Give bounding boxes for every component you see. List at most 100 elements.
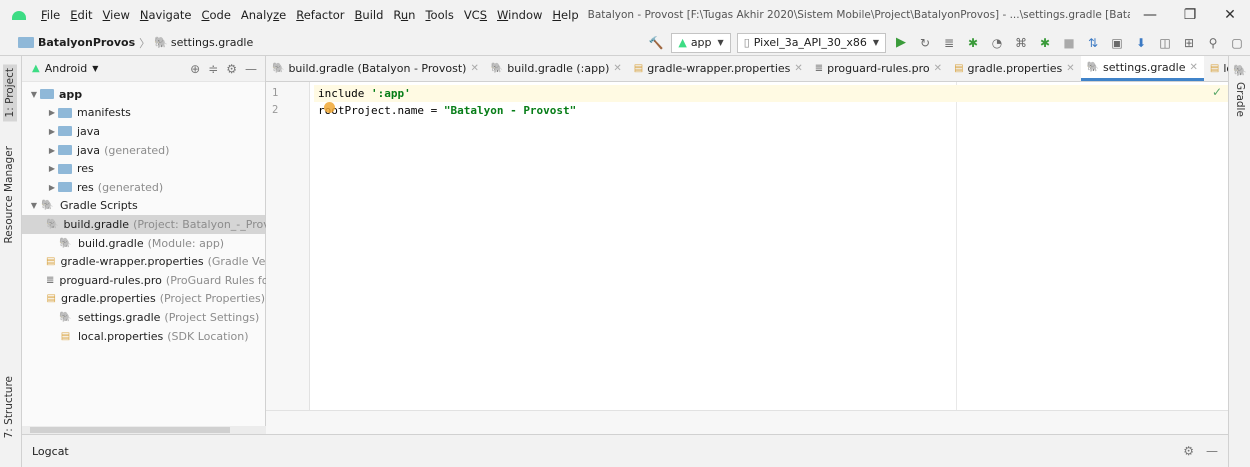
tree-item[interactable]: ▶ res [22, 159, 265, 178]
collapse-all-icon[interactable]: ≑ [208, 62, 218, 76]
close-tab-icon[interactable]: ✕ [934, 63, 942, 74]
chevron-down-icon[interactable]: ▼ [28, 90, 40, 99]
breadcrumb-project[interactable]: BatalyonProvos [38, 36, 135, 49]
menu-item-window[interactable]: Window [492, 8, 547, 22]
breadcrumb-file[interactable]: settings.gradle [171, 36, 253, 49]
tree-item[interactable]: 🐘 build.gradle (Project: Batalyon_-_Provo [22, 215, 276, 234]
tree-item[interactable]: ▶ res (generated) [22, 178, 265, 197]
menu-item-vcs[interactable]: VCS [459, 8, 492, 22]
apply-changes-icon[interactable]: ↻ [916, 34, 934, 52]
menu-item-edit[interactable]: Edit [65, 8, 97, 22]
run-config-select[interactable]: ▲ app ▼ [671, 32, 731, 53]
intention-bulb-icon[interactable] [324, 102, 335, 113]
tree-item[interactable]: 🐘 settings.gradle (Project Settings) [22, 308, 265, 327]
tab-gradle-properties[interactable]: ▤ gradle.properties ✕ [948, 56, 1081, 81]
tab-structure[interactable]: 7: Structure [3, 376, 15, 438]
project-view-select[interactable]: ▲ Android ▼ [32, 62, 98, 75]
tree-item-label: build.gradle [78, 236, 144, 250]
project-horizontal-scrollbar[interactable] [22, 426, 266, 434]
hide-icon[interactable]: — [1206, 444, 1218, 458]
logcat-title[interactable]: Logcat [32, 445, 69, 458]
tab-gradle[interactable]: Gradle [1234, 82, 1246, 117]
properties-icon: ▤ [954, 63, 964, 74]
line-number: 1 [272, 87, 279, 99]
profile-icon[interactable]: ◔ [988, 34, 1006, 52]
tree-item[interactable]: ▶ java [22, 122, 265, 141]
stop-icon[interactable]: ■ [1060, 34, 1078, 52]
menu-item-view[interactable]: View [98, 8, 135, 22]
search-icon[interactable]: ⚲ [1204, 34, 1222, 52]
tab-lo[interactable]: ▤lo✕ [1204, 56, 1228, 81]
minimize-icon[interactable]: — [1130, 0, 1170, 30]
sync-project-icon[interactable]: ⇅ [1084, 34, 1102, 52]
chevron-right-icon[interactable]: ▶ [46, 183, 58, 192]
right-tool-strip: 🐘 Gradle [1228, 56, 1250, 467]
chevron-right-icon[interactable]: ▶ [46, 146, 58, 155]
menu-item-code[interactable]: Code [196, 8, 235, 22]
layout-inspector-icon[interactable]: ◫ [1156, 34, 1174, 52]
tree-item[interactable]: ▤ local.properties (SDK Location) [22, 327, 265, 346]
scrollbar-thumb[interactable] [30, 427, 230, 433]
properties-icon: ▤ [60, 330, 71, 342]
tree-item[interactable]: ▼ app [22, 85, 265, 104]
tree-item-label: res [77, 180, 94, 194]
apply-code-changes-icon[interactable]: ≣ [940, 34, 958, 52]
tab-build-gradle[interactable]: 🐘 build.gradle (:app) ✕ [485, 56, 628, 81]
code-line[interactable]: include ':app' [314, 85, 1228, 102]
close-tab-icon[interactable]: ✕ [794, 63, 802, 74]
run-config-value: app [690, 36, 712, 49]
run-icon[interactable]: ▶ [892, 34, 910, 52]
chevron-right-icon[interactable]: ▶ [46, 164, 58, 173]
code-editor[interactable]: 12 include ':app' rootProject.name = "Bat… [266, 82, 1228, 410]
gear-icon[interactable]: ⚙ [226, 62, 237, 76]
close-tab-icon[interactable]: ✕ [1066, 63, 1074, 74]
tab-proguard-rules-pro[interactable]: ≣ proguard-rules.pro ✕ [809, 56, 948, 81]
tab-settings-gradle[interactable]: 🐘 settings.gradle ✕ [1080, 56, 1204, 81]
menu-item-build[interactable]: Build [350, 8, 389, 22]
sidebar-toggle-icon[interactable]: ▢ [1228, 34, 1246, 52]
tree-item[interactable]: ▤ gradle.properties (Project Properties) [22, 290, 265, 309]
gradle-elephant-icon: 🐘 [1233, 64, 1247, 77]
properties-icon: ▤ [46, 256, 56, 268]
close-tab-icon[interactable]: ✕ [470, 63, 478, 74]
close-icon[interactable]: ✕ [1210, 0, 1250, 30]
menu-item-tools[interactable]: Tools [420, 8, 458, 22]
menu-item-refactor[interactable]: Refactor [291, 8, 349, 22]
attach-debugger-bug-icon[interactable]: ✱ [1036, 34, 1054, 52]
tree-item[interactable]: ▶ manifests [22, 104, 265, 123]
debug-icon[interactable]: ✱ [964, 34, 982, 52]
tab-project[interactable]: 1: Project [3, 64, 17, 122]
tree-item[interactable]: ▼ 🐘 Gradle Scripts [22, 197, 265, 216]
editor-horizontal-scrollbar[interactable] [266, 410, 1228, 434]
restore-icon[interactable]: ❐ [1170, 0, 1210, 30]
tree-item[interactable]: ≣ proguard-rules.pro (ProGuard Rules fo [22, 271, 268, 290]
gradle-icon: 🐘 [490, 63, 504, 74]
menu-item-run[interactable]: Run [388, 8, 420, 22]
device-select[interactable]: ▯ Pixel_3a_API_30_x86 ▼ [736, 32, 886, 53]
chevron-right-icon[interactable]: ▶ [46, 127, 58, 136]
locate-icon[interactable]: ⊕ [190, 62, 200, 76]
close-tab-icon[interactable]: ✕ [613, 63, 621, 74]
chevron-right-icon[interactable]: ▶ [46, 108, 58, 117]
tree-item-hint: (Project Properties) [159, 292, 265, 306]
menu-item-analyze[interactable]: Analyze [236, 8, 291, 22]
tree-item[interactable]: ▤ gradle-wrapper.properties (Gradle Vers [22, 252, 276, 271]
tab-gradle-wrapper-properties[interactable]: ▤ gradle-wrapper.properties ✕ [628, 56, 809, 81]
code-line[interactable]: rootProject.name = "Batalyon - Provost" [314, 102, 1228, 119]
avd-manager-icon[interactable]: ▣ [1108, 34, 1126, 52]
menu-item-file[interactable]: File [36, 8, 65, 22]
hammer-icon[interactable]: 🔨 [647, 34, 665, 52]
tab-resource-manager[interactable]: Resource Manager [3, 146, 15, 244]
device-manager-icon[interactable]: ⊞ [1180, 34, 1198, 52]
close-tab-icon[interactable]: ✕ [1189, 62, 1197, 73]
tab-build-gradle[interactable]: 🐘 build.gradle (Batalyon - Provost) ✕ [266, 56, 485, 81]
tree-item[interactable]: ▶ java (generated) [22, 141, 265, 160]
attach-debugger-icon[interactable]: ⌘ [1012, 34, 1030, 52]
hide-icon[interactable]: — [245, 62, 257, 76]
tree-item[interactable]: 🐘 build.gradle (Module: app) [22, 234, 265, 253]
chevron-down-icon[interactable]: ▼ [28, 201, 40, 210]
gear-icon[interactable]: ⚙ [1183, 444, 1194, 458]
sdk-manager-icon[interactable]: ⬇ [1132, 34, 1150, 52]
menu-item-help[interactable]: Help [547, 8, 583, 22]
menu-item-navigate[interactable]: Navigate [135, 8, 197, 22]
